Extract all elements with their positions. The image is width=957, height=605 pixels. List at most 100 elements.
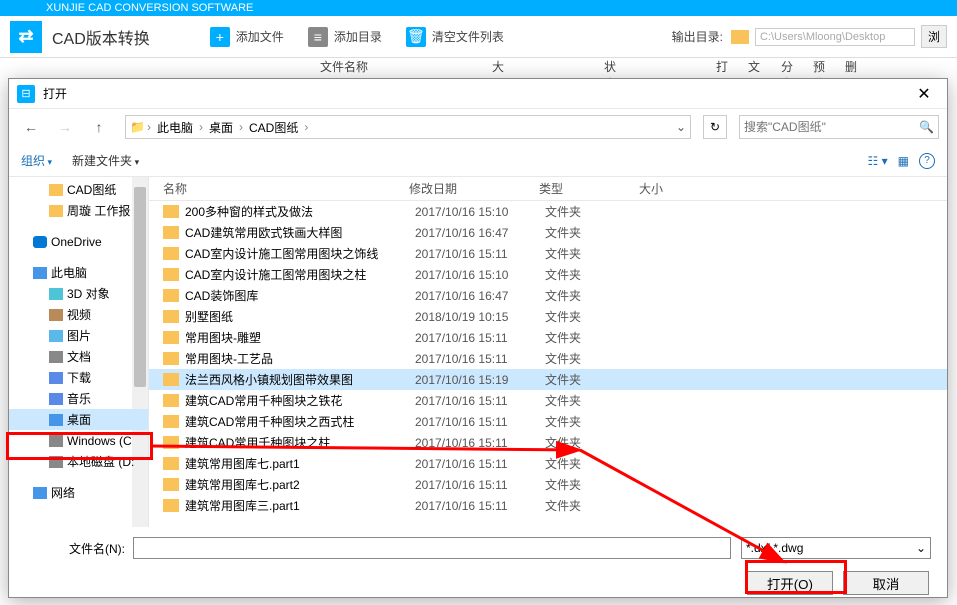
disk-icon xyxy=(49,456,63,468)
sidebar-item[interactable]: 本地磁盘 (D: xyxy=(9,451,148,472)
add-file-button[interactable]: +添加文件 xyxy=(210,27,284,47)
back-button[interactable]: ← xyxy=(17,115,45,139)
browse-button[interactable]: 浏 xyxy=(921,25,947,48)
file-name: 法兰西风格小镇规划图带效果图 xyxy=(185,371,415,388)
file-row[interactable]: CAD装饰图库2017/10/16 16:47文件夹 xyxy=(149,285,947,306)
folder-icon xyxy=(163,289,179,302)
search-icon: 🔍 xyxy=(919,120,934,134)
folder-icon xyxy=(163,373,179,386)
dialog-toolbar: 组织 新建文件夹 ☷ ▾ ▦ ? xyxy=(9,145,947,177)
filename-input[interactable] xyxy=(133,537,731,559)
file-type: 文件夹 xyxy=(545,245,645,262)
sidebar-item[interactable]: 文档 xyxy=(9,346,148,367)
pc-icon xyxy=(33,267,47,279)
sidebar-item[interactable]: 周璇 工作报 xyxy=(9,200,148,221)
sidebar-item[interactable]: 此电脑 xyxy=(9,262,148,283)
cancel-button[interactable]: 取消 xyxy=(843,571,929,595)
sidebar-item[interactable]: 桌面 xyxy=(9,409,148,430)
sidebar-item[interactable]: 网络 xyxy=(9,482,148,503)
file-row[interactable]: CAD室内设计施工图常用图块之饰线2017/10/16 15:11文件夹 xyxy=(149,243,947,264)
sidebar-item-label: 桌面 xyxy=(67,411,91,428)
search-input[interactable] xyxy=(744,120,919,134)
sidebar-item[interactable]: Windows (C xyxy=(9,430,148,451)
file-row[interactable]: CAD室内设计施工图常用图块之柱2017/10/16 15:10文件夹 xyxy=(149,264,947,285)
file-date: 2017/10/16 16:47 xyxy=(415,226,545,240)
folder-icon xyxy=(731,30,749,44)
up-button[interactable]: ↑ xyxy=(85,115,113,139)
file-date: 2018/10/19 10:15 xyxy=(415,310,545,324)
file-name: 200多种窗的样式及做法 xyxy=(185,203,415,220)
search-box[interactable]: 🔍 xyxy=(739,115,939,139)
app-toolbar: ⇄ CAD版本转换 +添加文件 ≡添加目录 🗑清空文件列表 输出目录: C:\U… xyxy=(0,16,957,58)
folder-icon xyxy=(163,394,179,407)
clear-list-button[interactable]: 🗑清空文件列表 xyxy=(406,27,504,47)
file-date: 2017/10/16 15:11 xyxy=(415,331,545,345)
folder-icon xyxy=(163,205,179,218)
refresh-button[interactable]: ↻ xyxy=(703,115,727,139)
file-name: 建筑常用图库三.part1 xyxy=(185,497,415,514)
organize-menu[interactable]: 组织 xyxy=(21,152,52,169)
sidebar-item[interactable]: 3D 对象 xyxy=(9,283,148,304)
file-type: 文件夹 xyxy=(545,413,645,430)
file-name: CAD装饰图库 xyxy=(185,287,415,304)
filetype-combo[interactable]: *.dxf *.dwg ⌄ xyxy=(741,537,931,559)
help-icon[interactable]: ? xyxy=(919,153,935,169)
file-type: 文件夹 xyxy=(545,350,645,367)
file-row[interactable]: 常用图块-雕塑2017/10/16 15:11文件夹 xyxy=(149,327,947,348)
folder-icon xyxy=(163,436,179,449)
dl-icon xyxy=(49,372,63,384)
file-row[interactable]: 建筑常用图库三.part12017/10/16 15:11文件夹 xyxy=(149,495,947,516)
col-name[interactable]: 名称 xyxy=(149,180,409,197)
open-button[interactable]: 打开(O) xyxy=(747,571,833,595)
breadcrumb[interactable]: 📁 › 此电脑 › 桌面 › CAD图纸 › ⌄ xyxy=(125,115,691,139)
doc-icon xyxy=(49,351,63,363)
sidebar-item[interactable]: CAD图纸 xyxy=(9,179,148,200)
folder-icon xyxy=(163,268,179,281)
sidebar-item[interactable]: 视频 xyxy=(9,304,148,325)
output-path-input[interactable]: C:\Users\Mloong\Desktop xyxy=(755,28,915,46)
file-row[interactable]: 建筑CAD常用千种图块之西式柱2017/10/16 15:11文件夹 xyxy=(149,411,947,432)
sidebar-item[interactable]: 图片 xyxy=(9,325,148,346)
file-row[interactable]: CAD建筑常用欧式铁画大样图2017/10/16 16:47文件夹 xyxy=(149,222,947,243)
close-button[interactable]: ✕ xyxy=(909,84,939,104)
sidebar-item-label: 此电脑 xyxy=(51,264,87,281)
sidebar-item[interactable]: OneDrive xyxy=(9,231,148,252)
file-row[interactable]: 建筑CAD常用千种图块之铁花2017/10/16 15:11文件夹 xyxy=(149,390,947,411)
add-dir-button[interactable]: ≡添加目录 xyxy=(308,27,382,47)
forward-button[interactable]: → xyxy=(51,115,79,139)
cube-icon xyxy=(49,288,63,300)
file-date: 2017/10/16 15:11 xyxy=(415,352,545,366)
breadcrumb-part[interactable]: 此电脑 xyxy=(153,119,197,136)
file-type: 文件夹 xyxy=(545,497,645,514)
view-details-icon[interactable]: ▦ xyxy=(898,154,909,168)
sidebar-item-label: 音乐 xyxy=(67,390,91,407)
pic-icon xyxy=(49,330,63,342)
file-row[interactable]: 别墅图纸2018/10/19 10:15文件夹 xyxy=(149,306,947,327)
view-list-icon[interactable]: ☷ ▾ xyxy=(868,154,888,168)
file-date: 2017/10/16 15:19 xyxy=(415,373,545,387)
file-row[interactable]: 建筑常用图库七.part12017/10/16 15:11文件夹 xyxy=(149,453,947,474)
col-size[interactable]: 大小 xyxy=(639,180,719,197)
col-date[interactable]: 修改日期 xyxy=(409,180,539,197)
sidebar-item[interactable]: 音乐 xyxy=(9,388,148,409)
file-name: 建筑常用图库七.part1 xyxy=(185,455,415,472)
sidebar-item[interactable]: 下载 xyxy=(9,367,148,388)
file-type: 文件夹 xyxy=(545,266,645,283)
file-name: 建筑常用图库七.part2 xyxy=(185,476,415,493)
file-name: 建筑CAD常用千种图块之铁花 xyxy=(185,392,415,409)
sidebar-item-label: 网络 xyxy=(51,484,75,501)
file-row[interactable]: 建筑CAD常用千种图块之柱2017/10/16 15:11文件夹 xyxy=(149,432,947,453)
dialog-titlebar: ⊟ 打开 ✕ xyxy=(9,79,947,109)
file-row[interactable]: 法兰西风格小镇规划图带效果图2017/10/16 15:19文件夹 xyxy=(149,369,947,390)
file-name: 常用图块-工艺品 xyxy=(185,350,415,367)
new-folder-button[interactable]: 新建文件夹 xyxy=(72,152,139,169)
file-row[interactable]: 200多种窗的样式及做法2017/10/16 15:10文件夹 xyxy=(149,201,947,222)
file-date: 2017/10/16 15:11 xyxy=(415,394,545,408)
file-row[interactable]: 常用图块-工艺品2017/10/16 15:11文件夹 xyxy=(149,348,947,369)
file-row[interactable]: 建筑常用图库七.part22017/10/16 15:11文件夹 xyxy=(149,474,947,495)
folder-icon xyxy=(163,499,179,512)
breadcrumb-part[interactable]: CAD图纸 xyxy=(245,119,302,136)
col-type[interactable]: 类型 xyxy=(539,180,639,197)
breadcrumb-part[interactable]: 桌面 xyxy=(205,119,237,136)
folder-icon xyxy=(163,247,179,260)
